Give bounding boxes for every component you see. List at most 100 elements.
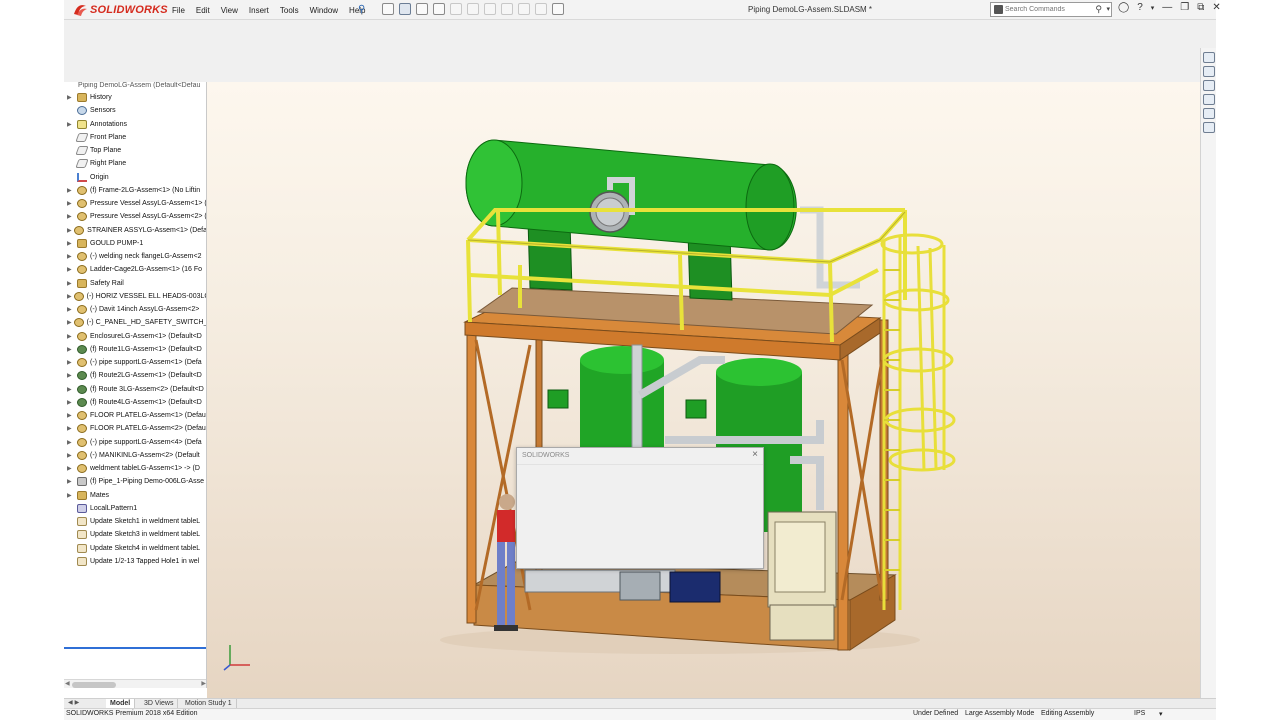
solidworks-resources-icon[interactable] xyxy=(1203,52,1215,63)
tree-item[interactable]: ▶ (-) welding neck flangeLG-Assem<2 xyxy=(64,250,206,263)
tree-item[interactable]: ▶ GOULD PUMP-1 xyxy=(64,237,206,250)
menu-tools[interactable]: Tools xyxy=(280,6,299,15)
tree-item[interactable]: ▶ (-) Davit 14inch AssyLG-Assem<2> xyxy=(64,303,206,316)
tree-item[interactable]: ▶ (-) C_PANEL_HD_SAFETY_SWITCH_ xyxy=(64,316,206,329)
scroll-thumb[interactable] xyxy=(72,682,116,688)
tree-item[interactable]: ▶ EnclosureLG-Assem<1> (Default<D xyxy=(64,330,206,343)
expand-arrow-icon[interactable]: ▶ xyxy=(67,200,75,207)
tree-item[interactable]: ▶ (f) Route 3LG-Assem<2> (Default<D xyxy=(64,383,206,396)
units-dropdown-icon[interactable]: ▾ xyxy=(1159,710,1163,718)
expand-arrow-icon[interactable]: ▶ xyxy=(67,412,75,419)
tree-item[interactable]: Update Sketch1 in weldment tableL xyxy=(64,515,206,528)
tree-item[interactable]: ▶ (-) pipe supportLG-Assem<1> (Defa xyxy=(64,356,206,369)
menu-window[interactable]: Window xyxy=(310,6,338,15)
tree-item[interactable]: ▶ Safety Rail xyxy=(64,277,206,290)
design-library-icon[interactable] xyxy=(1203,66,1215,77)
print-icon[interactable] xyxy=(467,3,479,15)
expand-arrow-icon[interactable]: ▶ xyxy=(67,121,75,128)
home-icon[interactable] xyxy=(399,3,411,15)
options-gear-icon[interactable] xyxy=(552,3,564,15)
minimize-icon[interactable]: — xyxy=(1162,2,1172,13)
tree-item[interactable]: ▶ FLOOR PLATELG-Assem<2> (Defau xyxy=(64,422,206,435)
expand-arrow-icon[interactable]: ▶ xyxy=(67,346,75,353)
expand-arrow-icon[interactable]: ▶ xyxy=(67,319,72,326)
scroll-left-icon[interactable]: ◀ xyxy=(65,680,70,687)
tree-item[interactable]: ▶ Annotations xyxy=(64,118,206,131)
expand-arrow-icon[interactable]: ▶ xyxy=(67,227,72,234)
solidworks-logo[interactable]: SOLIDWORKS xyxy=(72,2,168,18)
tree-item[interactable]: ▶ Ladder-Cage2LG-Assem<1> (16 Fo xyxy=(64,263,206,276)
tree-item[interactable]: Update 1/2-13 Tapped Hole1 in wel xyxy=(64,555,206,568)
tree-item[interactable]: Sensors xyxy=(64,104,206,117)
expand-arrow-icon[interactable]: ▶ xyxy=(67,94,75,101)
search-input[interactable] xyxy=(1005,4,1095,15)
units-selector[interactable]: IPS xyxy=(1134,710,1145,717)
tree-item[interactable]: ▶ weldment tableLG-Assem<1> -> (D xyxy=(64,462,206,475)
expand-arrow-icon[interactable]: ▶ xyxy=(67,306,75,313)
tree-item[interactable]: Front Plane xyxy=(64,131,206,144)
tree-item[interactable]: ▶ (f) Route1LG-Assem<1> (Default<D xyxy=(64,343,206,356)
scroll-right-icon[interactable]: ▶ xyxy=(201,680,206,687)
pin-menu-icon[interactable]: ⚲ xyxy=(358,4,365,15)
select-icon[interactable] xyxy=(501,3,513,15)
expand-arrow-icon[interactable]: ▶ xyxy=(67,399,75,406)
expand-arrow-icon[interactable]: ▶ xyxy=(67,452,75,459)
welcome-icon[interactable] xyxy=(382,3,394,15)
menu-file[interactable]: File xyxy=(172,6,185,15)
expand-arrow-icon[interactable]: ▶ xyxy=(67,253,75,260)
file-properties-icon[interactable] xyxy=(535,3,547,15)
tree-item[interactable]: Origin xyxy=(64,171,206,184)
search-commands[interactable]: ⚲ ▾ xyxy=(990,2,1112,17)
new-document-icon[interactable] xyxy=(416,3,428,15)
undo-icon[interactable] xyxy=(484,3,496,15)
appearances-icon[interactable] xyxy=(1203,108,1215,119)
close-icon[interactable]: ✕ xyxy=(1212,2,1220,13)
expand-arrow-icon[interactable]: ▶ xyxy=(67,280,75,287)
tree-item[interactable]: ▶ Pressure Vessel AssyLG-Assem<1> ( xyxy=(64,197,206,210)
expand-arrow-icon[interactable]: ▶ xyxy=(67,372,75,379)
tree-item[interactable]: ▶ (-) HORIZ VESSEL ELL HEADS-003LG xyxy=(64,290,206,303)
chevron-down-icon[interactable]: ▾ xyxy=(1106,5,1110,13)
tree-item[interactable]: Top Plane xyxy=(64,144,206,157)
search-scope-icon[interactable] xyxy=(994,5,1003,14)
expand-arrow-icon[interactable]: ▶ xyxy=(67,333,75,340)
window-restore-icon[interactable]: ⧉ xyxy=(1197,2,1204,13)
expand-arrow-icon[interactable]: ▶ xyxy=(67,293,72,300)
expand-arrow-icon[interactable]: ▶ xyxy=(67,492,75,499)
user-icon[interactable]: ◯ xyxy=(1118,2,1129,13)
menu-view[interactable]: View xyxy=(221,6,238,15)
help-icon[interactable]: ? xyxy=(1137,2,1143,13)
expand-arrow-icon[interactable]: ▶ xyxy=(67,240,75,247)
tree-item[interactable]: ▶ (-) pipe supportLG-Assem<4> (Defa xyxy=(64,436,206,449)
open-icon[interactable] xyxy=(433,3,445,15)
tree-item[interactable]: ▶ (f) Frame-2LG-Assem<1> (No Liftin xyxy=(64,184,206,197)
tree-item[interactable]: ▶ (f) Route2LG-Assem<1> (Default<D xyxy=(64,369,206,382)
view-palette-icon[interactable] xyxy=(1203,94,1215,105)
expand-arrow-icon[interactable]: ▶ xyxy=(67,386,75,393)
tree-horizontal-scrollbar[interactable]: ◀ ▶ xyxy=(64,679,206,688)
rebuild-icon[interactable] xyxy=(518,3,530,15)
tree-item[interactable]: LocalLPattern1 xyxy=(64,502,206,515)
expand-arrow-icon[interactable]: ▶ xyxy=(67,266,75,273)
save-icon[interactable] xyxy=(450,3,462,15)
expand-arrow-icon[interactable]: ▶ xyxy=(67,425,75,432)
assembly-model[interactable] xyxy=(207,82,1200,698)
tree-item[interactable]: Right Plane xyxy=(64,157,206,170)
tree-item[interactable]: ▶ STRAINER ASSYLG-Assem<1> (Defa xyxy=(64,224,206,237)
expand-arrow-icon[interactable]: ▶ xyxy=(67,187,75,194)
expand-arrow-icon[interactable]: ▶ xyxy=(67,465,75,472)
expand-arrow-icon[interactable]: ▶ xyxy=(67,213,75,220)
tree-item[interactable]: Update Sketch3 in weldment tableL xyxy=(64,528,206,541)
dialog-close-icon[interactable]: × xyxy=(752,449,758,460)
tree-item[interactable]: ▶ Pressure Vessel AssyLG-Assem<2> ( xyxy=(64,210,206,223)
help-dropdown-icon[interactable]: ▾ xyxy=(1151,4,1155,12)
expand-arrow-icon[interactable]: ▶ xyxy=(67,359,75,366)
tree-item[interactable]: ▶ Mates xyxy=(64,489,206,502)
tree-item[interactable]: ▶ (f) Pipe_1-Piping Demo-006LG-Asse xyxy=(64,475,206,488)
tree-item[interactable]: ▶ FLOOR PLATELG-Assem<1> (Defau xyxy=(64,409,206,422)
graphics-area[interactable] xyxy=(207,82,1200,698)
tree-item[interactable]: ▶ (-) MANIKINLG-Assem<2> (Default xyxy=(64,449,206,462)
menu-insert[interactable]: Insert xyxy=(249,6,269,15)
search-icon[interactable]: ⚲ xyxy=(1095,4,1102,15)
rollback-bar[interactable] xyxy=(64,647,206,649)
